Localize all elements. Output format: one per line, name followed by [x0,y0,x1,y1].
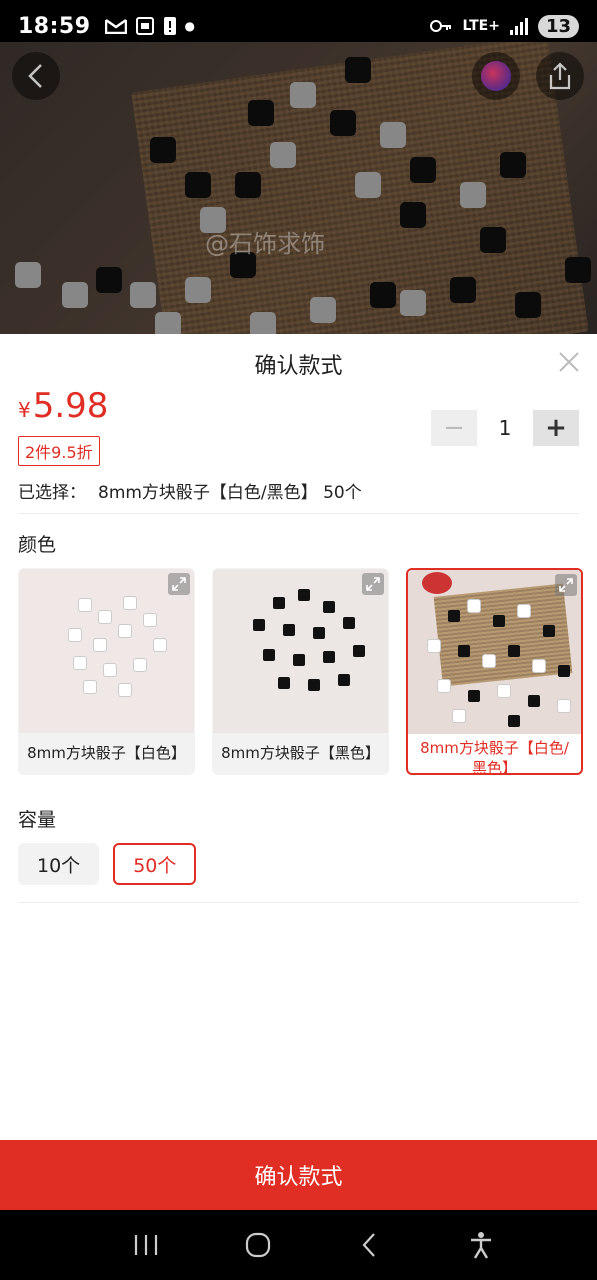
accessibility-icon [471,1232,492,1259]
network-label: LTE+ [462,18,500,34]
selected-summary: 已选择： 8mm方块骰子【白色/黑色】 50个 [18,478,362,503]
color-option-white-black[interactable]: 8mm方块骰子【白色/黑色】 [406,568,583,775]
selected-value: 8mm方块骰子【白色/黑色】 50个 [98,483,362,503]
battery-badge: 13 [537,14,579,38]
store-logo-icon [481,61,511,91]
home-button[interactable] [238,1225,278,1265]
dot-icon: ● [184,19,196,33]
color-option-label: 8mm方块骰子【白色】 [27,744,186,762]
status-system-icons: LTE+ 13 [430,14,579,38]
expand-icon[interactable] [168,573,190,595]
color-option-white[interactable]: 8mm方块骰子【白色】 [18,568,195,775]
divider [18,513,579,514]
screenshot-icon [135,17,154,35]
quantity-value[interactable]: 1 [477,416,533,440]
status-time: 18:59 [18,13,91,39]
sheet-title: 确认款式 [254,354,343,379]
gmail-icon [104,18,127,34]
recent-apps-icon [134,1235,157,1255]
divider [18,902,579,903]
spec-selection-sheet: 确认款式 ¥5.98 2件9.5折 − 1 + 已选择： 8mm方块骰子【白色/黑… [0,334,597,1140]
status-notification-icons: ● [104,16,196,36]
back-button[interactable] [12,52,60,100]
capacity-option-10[interactable]: 10个 [18,843,100,885]
key-icon [430,20,452,32]
recent-apps-button[interactable] [126,1225,166,1265]
capacity-options: 10个 50个 [18,843,197,885]
product-image: @石饰求饰 [0,42,597,334]
capacity-section-label: 容量 [18,809,57,831]
price-value: 5.98 [32,386,109,426]
share-button[interactable] [536,52,584,100]
increase-button[interactable]: + [533,410,579,446]
home-icon [245,1232,270,1258]
close-icon[interactable] [557,350,581,374]
color-option-label: 8mm方块骰子【白色/黑色】 [420,739,569,775]
selected-label: 已选择： [18,483,86,503]
system-nav-bar [0,1210,597,1280]
color-section-label: 颜色 [18,534,57,556]
promo-badge: 2件9.5折 [18,436,100,466]
color-options: 8mm方块骰子【白色】 8mm方块骰子【黑色】 8mm方块骰子【白色/黑色】 [18,568,583,775]
share-icon [549,62,571,90]
quantity-stepper: − 1 + [431,410,579,446]
expand-icon[interactable] [362,573,384,595]
back-arrow-icon [362,1233,376,1257]
chevron-left-icon [28,64,42,88]
decrease-button[interactable]: − [431,410,477,446]
price: ¥5.98 [18,386,108,426]
currency-symbol: ¥ [18,398,31,422]
back-nav-button[interactable] [349,1225,389,1265]
accessibility-button[interactable] [461,1225,501,1265]
capacity-option-50[interactable]: 50个 [113,843,197,885]
expand-icon[interactable] [555,574,577,596]
store-button[interactable] [472,52,520,100]
color-option-label: 8mm方块骰子【黑色】 [221,744,380,762]
color-option-black[interactable]: 8mm方块骰子【黑色】 [212,568,389,775]
image-watermark: @石饰求饰 [205,230,325,258]
signal-icon [509,17,528,35]
alert-icon [163,17,176,35]
confirm-button[interactable]: 确认款式 [0,1140,597,1210]
